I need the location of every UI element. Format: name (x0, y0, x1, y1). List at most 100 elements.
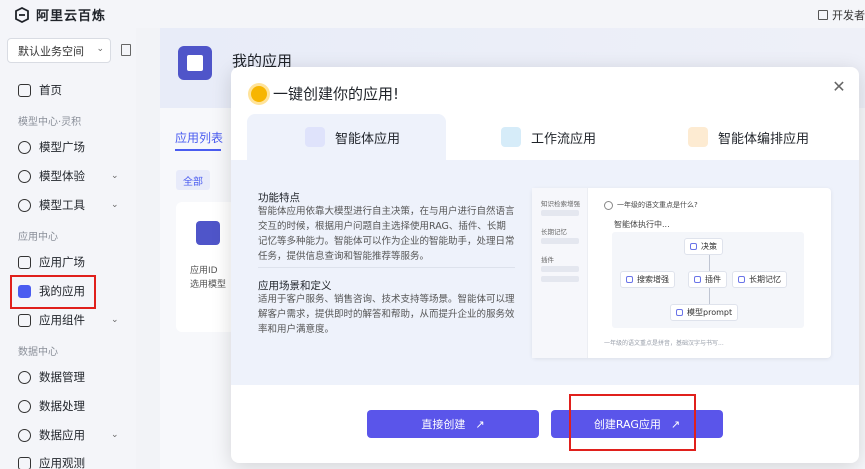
preview-sidebar: 知识检索增强 长期记忆 插件 (532, 188, 588, 358)
feature-heading: 功能特点 (258, 192, 300, 204)
sidebar-item-label: 数据处理 (39, 399, 85, 413)
tab-workflow-app[interactable]: 工作流应用 (501, 114, 651, 160)
node-prompt: 模型prompt (670, 304, 739, 321)
model-tools-icon (18, 198, 31, 212)
flow-connector (709, 288, 710, 304)
sidebar-item-data-processing[interactable]: 数据处理 (18, 396, 85, 416)
model-experience-icon (18, 169, 31, 183)
document-icon (818, 10, 828, 20)
prompt-icon (676, 309, 683, 316)
preview-side-bar (541, 266, 579, 272)
sidebar-item-label: 数据管理 (39, 370, 85, 384)
app-card-id-label: 应用ID (190, 266, 218, 276)
tab-app-list[interactable]: 应用列表 (175, 129, 223, 146)
preview-side-label: 长期记忆 (541, 228, 567, 236)
brand-name: 阿里云百炼 (36, 9, 107, 24)
section-data-center: 数据中心 (18, 347, 58, 358)
top-bar: 阿里云百炼 开发者 (0, 0, 865, 28)
sidebar-item-model-square[interactable]: 模型广场 (18, 137, 85, 157)
node-search: 搜索增强 (620, 271, 675, 288)
section-divider (258, 267, 515, 268)
node-label: 模型prompt (687, 308, 733, 317)
preview-question: 一年级的语文重点是什么? (604, 200, 698, 210)
node-label: 决策 (701, 242, 717, 251)
section-app-center: 应用中心 (18, 232, 58, 243)
tab-underline (175, 149, 221, 151)
memory-icon (738, 276, 745, 283)
section-model-center: 模型中心·灵积 (18, 117, 82, 128)
sidebar-item-app-components[interactable]: 应用组件 ⌄ (18, 310, 119, 330)
create-app-modal: 一键创建你的应用! ✕ 智能体应用 工作流应用 智能体编排应用 功能特点 智能体… (231, 67, 859, 463)
sidebar-item-app-square[interactable]: 应用广场 (18, 252, 85, 272)
data-apps-icon (18, 428, 31, 442)
sidebar-item-app-observe[interactable]: 应用观测 (18, 453, 85, 469)
sidebar-item-label: 首页 (39, 83, 62, 97)
sidebar-item-data-management[interactable]: 数据管理 (18, 367, 85, 387)
preview-side-bar (541, 276, 579, 282)
highlight-box-rag-button (569, 394, 696, 451)
chevron-down-icon: ⌄ (111, 200, 119, 210)
flow-connector (709, 255, 710, 271)
workspace-doc-icon[interactable] (121, 44, 131, 56)
brand-logo[interactable]: 阿里云百炼 (14, 5, 106, 24)
home-icon (18, 83, 31, 97)
sidebar-item-model-tools[interactable]: 模型工具 ⌄ (18, 195, 119, 215)
sun-icon (251, 85, 267, 102)
developer-link[interactable]: 开发者 (818, 7, 865, 23)
aliyun-logo-icon (15, 6, 29, 23)
sidebar-item-home[interactable]: 首页 (18, 80, 62, 100)
chevron-down-icon: ⌄ (111, 315, 119, 325)
sidebar-item-label: 模型体验 (39, 169, 85, 183)
app-type-tabs: 智能体应用 工作流应用 智能体编排应用 (231, 114, 859, 160)
agent-preview-illustration: 知识检索增强 长期记忆 插件 一年级的语文重点是什么? 智能体执行中... 决策 (532, 188, 831, 358)
filter-all-button[interactable]: 全部 (176, 170, 210, 190)
orchestration-app-icon (688, 127, 708, 147)
node-decision: 决策 (684, 238, 723, 255)
node-label: 长期记忆 (749, 275, 781, 284)
data-processing-icon (18, 399, 31, 413)
sidebar-item-label: 模型广场 (39, 140, 85, 154)
preview-input-hint: 一年级的语文重点是拼音，基础汉字与书写... (604, 340, 724, 347)
developer-label: 开发者 (832, 9, 865, 22)
database-icon (18, 370, 31, 384)
search-icon (626, 276, 633, 283)
node-plugin: 插件 (688, 271, 727, 288)
tab-agent-app[interactable]: 智能体应用 (247, 114, 446, 160)
direct-create-button[interactable]: 直接创建 ↗ (367, 410, 539, 438)
sidebar: 默认业务空间 ⌄ 首页 模型中心·灵积 模型广场 模型体验 ⌄ 模型工具 ⌄ 应… (0, 28, 136, 469)
preview-side-label: 插件 (541, 256, 554, 264)
chevron-down-icon: ⌄ (111, 171, 119, 181)
modal-title-text: 一键创建你的应用! (273, 85, 400, 103)
workspace-label: 默认业务空间 (18, 44, 84, 58)
scene-description: 适用于客户服务、销售咨询、技术支持等场景。智能体可以理解客户需求，提供即时的解答… (258, 294, 515, 335)
sidebar-item-label: 模型工具 (39, 198, 85, 212)
workflow-app-icon (501, 127, 521, 147)
decision-icon (690, 243, 697, 250)
app-card-model-label: 选用模型 (190, 280, 227, 290)
tab-label: 工作流应用 (531, 131, 597, 147)
close-icon[interactable]: ✕ (831, 79, 847, 95)
node-label: 插件 (705, 275, 721, 284)
plugin-icon (694, 276, 701, 283)
workspace-selector[interactable]: 默认业务空间 ⌄ (7, 38, 111, 63)
node-label: 搜索增强 (637, 275, 669, 284)
feature-description: 智能体应用依靠大模型进行自主决策，在与用户进行自然语言交互的时候，根据用户问题自… (258, 206, 515, 262)
app-square-icon (18, 255, 31, 269)
model-square-icon (18, 140, 31, 154)
preview-question-text: 一年级的语文重点是什么? (617, 201, 698, 209)
highlight-box-my-apps (10, 275, 96, 309)
chevron-down-icon: ⌄ (111, 430, 119, 440)
scene-heading: 应用场景和定义 (258, 280, 332, 292)
preview-side-bar (541, 210, 579, 216)
sidebar-item-label: 应用观测 (39, 456, 85, 469)
app-observe-icon (18, 456, 31, 469)
preview-side-label: 知识检索增强 (541, 200, 580, 208)
sidebar-item-data-apps[interactable]: 数据应用 ⌄ (18, 425, 119, 445)
sidebar-item-model-experience[interactable]: 模型体验 ⌄ (18, 166, 119, 186)
my-apps-page-icon (178, 46, 212, 80)
tab-agent-orchestration-app[interactable]: 智能体编排应用 (688, 114, 858, 160)
app-card-icon (196, 221, 220, 245)
sidebar-item-label: 应用广场 (39, 255, 85, 269)
tab-label: 智能体编排应用 (718, 131, 810, 147)
chevron-down-icon: ⌄ (96, 44, 104, 54)
